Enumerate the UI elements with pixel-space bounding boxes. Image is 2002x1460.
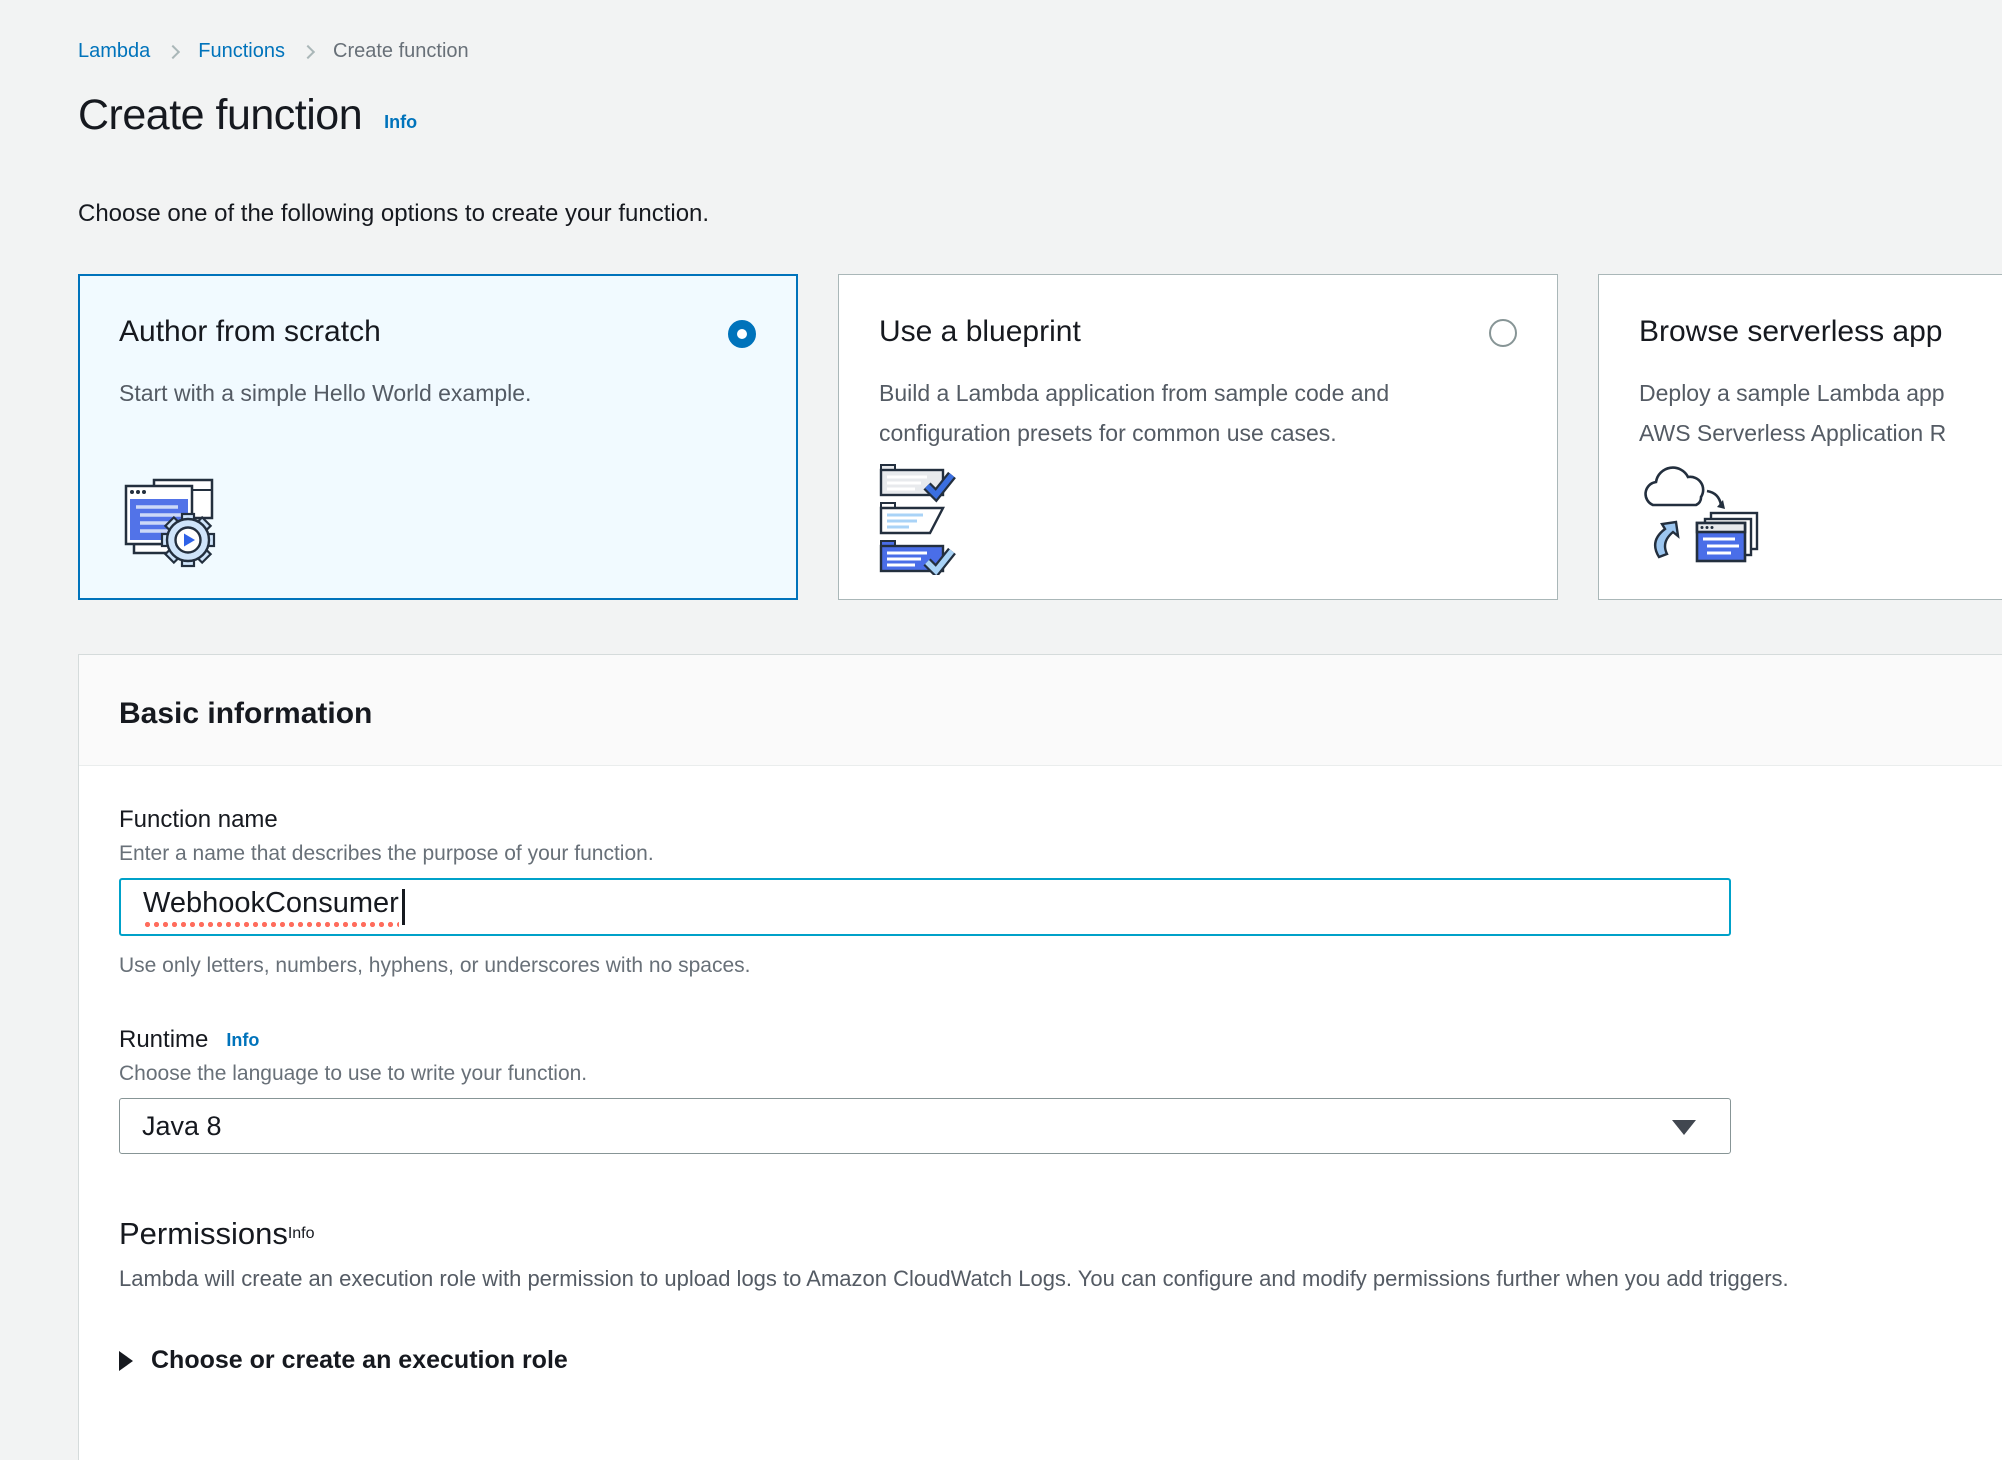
card-description: Deploy a sample Lambda app AWS Serverles… [1639, 373, 2002, 453]
card-title: Author from scratch [119, 315, 757, 349]
runtime-label: Runtime [119, 1026, 208, 1054]
caret-down-icon [1672, 1120, 1696, 1135]
creation-option-cards: Author from scratch Start with a simple … [78, 274, 2002, 600]
blueprint-icon [879, 463, 971, 575]
option-card-browse-serverless-app[interactable]: Browse serverless app Deploy a sample La… [1598, 274, 2002, 600]
runtime-info-link[interactable]: Info [226, 1030, 259, 1051]
runtime-select[interactable]: Java 8 [119, 1098, 1731, 1154]
radio-selected-icon[interactable] [728, 320, 756, 348]
execution-role-expander-label: Choose or create an execution role [151, 1346, 568, 1375]
permissions-description: Lambda will create an execution role wit… [119, 1266, 2002, 1292]
breadcrumb-link-lambda[interactable]: Lambda [78, 40, 150, 63]
breadcrumb-link-functions[interactable]: Functions [198, 40, 285, 63]
function-name-label: Function name [119, 806, 2002, 834]
permissions-heading-row: Permissions Info [119, 1216, 2002, 1252]
caret-right-icon [119, 1351, 133, 1371]
chevron-right-icon [166, 44, 180, 58]
runtime-helper: Choose the language to use to write your… [119, 1062, 2002, 1086]
card-title: Use a blueprint [879, 315, 1517, 349]
create-function-page: Lambda Functions Create function Create … [0, 0, 2002, 1460]
basic-information-header: Basic information [79, 655, 2002, 766]
text-cursor [402, 889, 405, 925]
function-name-input[interactable]: WebhookConsumer [119, 878, 1731, 936]
runtime-label-row: Runtime Info [119, 1026, 2002, 1054]
page-title-row: Create function Info [78, 91, 2002, 140]
title-info-link[interactable]: Info [384, 112, 417, 140]
breadcrumb: Lambda Functions Create function [78, 40, 2002, 63]
runtime-selected-value: Java 8 [142, 1111, 222, 1142]
page-subtitle: Choose one of the following options to c… [78, 200, 2002, 228]
basic-information-heading: Basic information [119, 697, 2002, 731]
author-from-scratch-icon [120, 474, 226, 574]
chevron-right-icon [301, 44, 315, 58]
radio-unselected-icon[interactable] [1489, 319, 1517, 347]
card-description: Start with a simple Hello World example. [119, 373, 757, 413]
option-card-author-from-scratch[interactable]: Author from scratch Start with a simple … [78, 274, 798, 600]
function-name-constraint: Use only letters, numbers, hyphens, or u… [119, 954, 2002, 978]
function-name-value: WebhookConsumer [143, 887, 399, 928]
option-card-use-a-blueprint[interactable]: Use a blueprint Build a Lambda applicati… [838, 274, 1558, 600]
page-title: Create function [78, 91, 362, 140]
execution-role-expander[interactable]: Choose or create an execution role [119, 1346, 2002, 1375]
basic-information-panel: Basic information Function name Enter a … [78, 654, 2002, 1460]
card-title: Browse serverless app [1639, 315, 2002, 349]
serverless-app-repository-icon [1639, 461, 1771, 575]
function-name-helper: Enter a name that describes the purpose … [119, 842, 2002, 866]
card-description: Build a Lambda application from sample c… [879, 373, 1517, 453]
permissions-heading: Permissions [119, 1216, 288, 1252]
breadcrumb-current: Create function [333, 40, 469, 63]
basic-information-body: Function name Enter a name that describe… [79, 766, 2002, 1460]
permissions-info-link[interactable]: Info [288, 1225, 315, 1243]
